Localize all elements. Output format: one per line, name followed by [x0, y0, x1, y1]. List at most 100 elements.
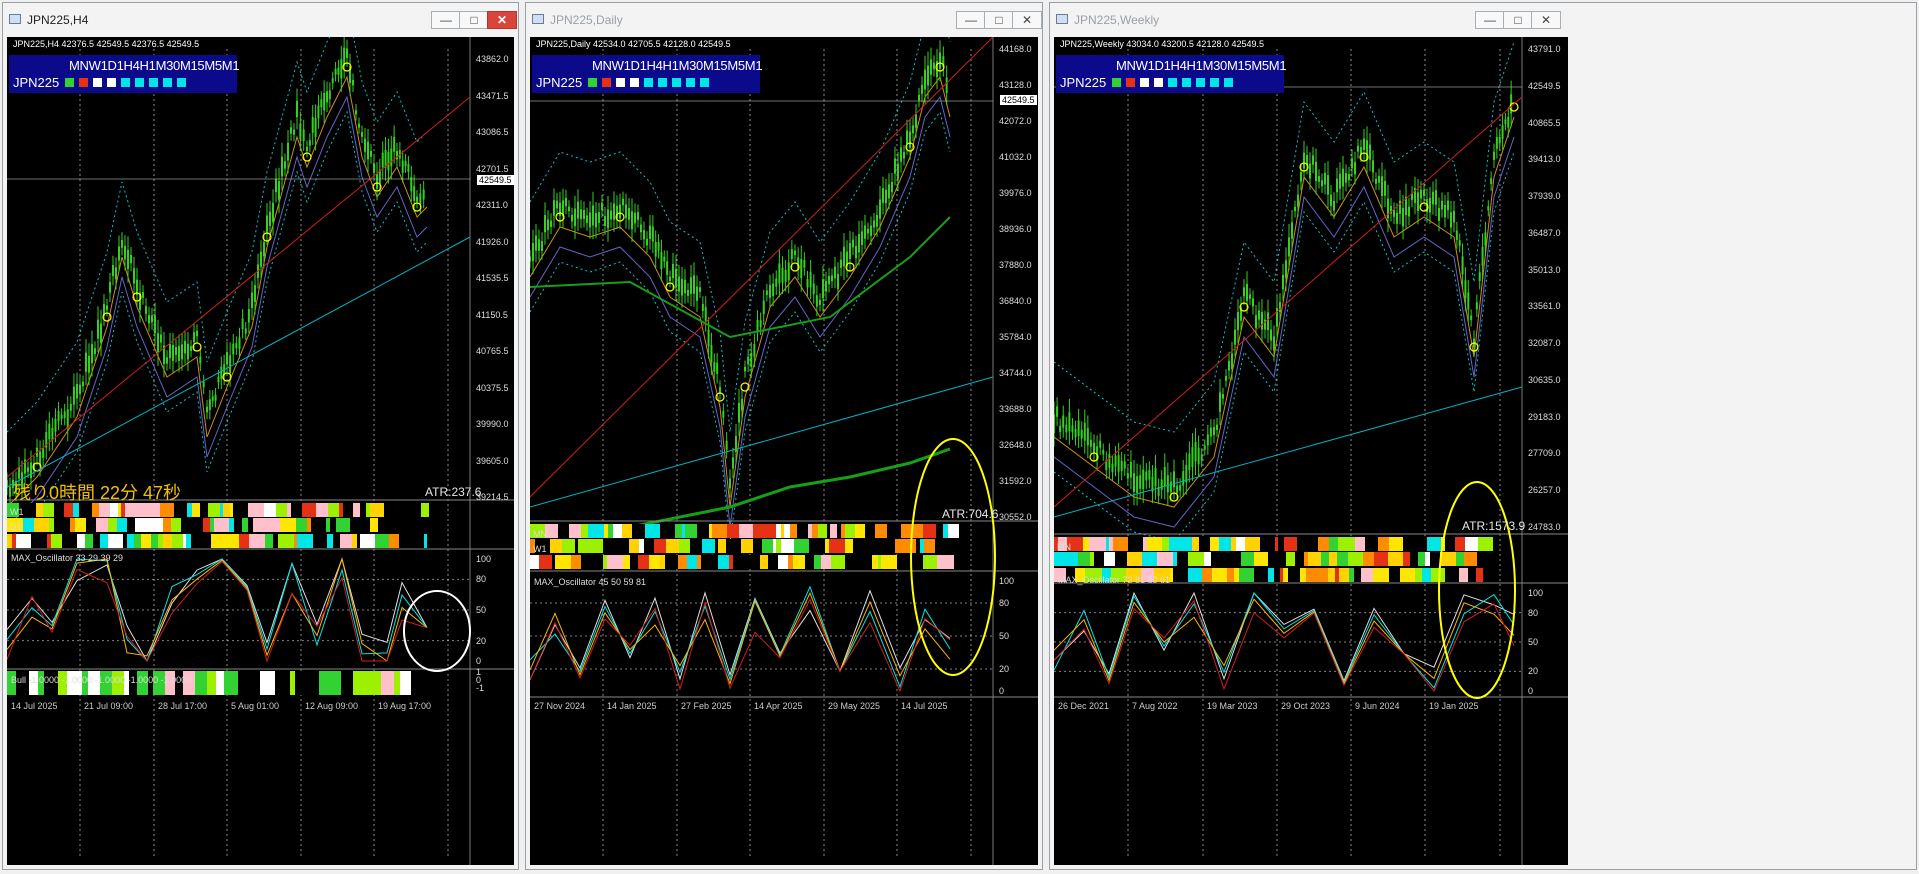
trend-strip-cell: [31, 534, 47, 548]
bull-strip-cell: [253, 671, 260, 695]
trend-strip-cell: [264, 503, 276, 517]
mtf-square: [1224, 78, 1233, 87]
oscillator-scale-label: 0: [476, 656, 482, 666]
candle-body: [85, 352, 87, 372]
trend-strip-cell: [1054, 552, 1062, 566]
candle-body: [1231, 353, 1233, 369]
trend-strip-cell: [1415, 568, 1422, 582]
close-button[interactable]: ✕: [1012, 11, 1042, 29]
trend-strip-cell: [327, 534, 333, 548]
trend-strip-cell: [307, 518, 311, 532]
trend-strip-cell: [210, 518, 214, 532]
candle-body: [1372, 160, 1374, 173]
trend-strip-cell: [183, 534, 186, 548]
candle-body: [1169, 481, 1172, 493]
trend-strip-cell: [121, 503, 125, 517]
trend-strip-cell: [1162, 537, 1169, 551]
minimize-button[interactable]: —: [431, 11, 461, 29]
maximize-button[interactable]: □: [459, 11, 489, 29]
candle-body: [1139, 475, 1142, 489]
trend-strip-cell: [1476, 568, 1483, 582]
chart-window-h4[interactable]: JPN225,H4 — □ ✕ JPN225,H4 42376.5 42549.…: [2, 2, 519, 870]
trend-strip-cell: [629, 539, 639, 553]
bull-strip-cell: [308, 671, 319, 695]
trend-strip-cell: [569, 524, 581, 538]
candle-body: [681, 279, 683, 296]
trend-strip-cell: [1128, 537, 1143, 551]
mtf-square: [135, 78, 144, 87]
trend-strip-cell: [776, 524, 781, 538]
candle-body: [909, 131, 911, 148]
trend-strip-cell: [887, 524, 901, 538]
candle-body: [284, 161, 286, 169]
candle-body: [413, 186, 416, 201]
trend-strip-cell: [160, 503, 174, 517]
candle-body: [1354, 162, 1356, 175]
chart-area[interactable]: JPN225,H4 42376.5 42549.5 42376.5 42549.…: [7, 37, 514, 865]
trend-strip-cell: [615, 539, 621, 553]
price-level: 33688.0: [999, 404, 1032, 414]
bull-strip-cell: [329, 671, 341, 695]
chart-window-daily[interactable]: JPN225,Daily — □ ✕ JPN225,Daily 42534.0 …: [525, 2, 1043, 870]
trend-strip-cell: [920, 539, 924, 553]
chart-window-weekly[interactable]: JPN225,Weekly — □ ✕ JPN225,Weekly 43034.…: [1049, 2, 1917, 870]
trend-strip-cell: [753, 539, 762, 553]
trend-strip-cell: [546, 539, 550, 553]
candle-body: [1246, 283, 1248, 302]
trend-strip-cell: [1280, 568, 1283, 582]
trend-strip-cell: [1337, 552, 1342, 566]
price-level: 35013.0: [1528, 264, 1561, 275]
chart-window-icon: [9, 14, 21, 24]
candle-body: [396, 151, 398, 160]
candle-body: [568, 206, 570, 212]
trend-strip-cell: [588, 524, 604, 538]
chart-area[interactable]: JPN225,Daily 42534.0 42705.5 42128.0 425…: [530, 37, 1038, 865]
candle-body: [864, 225, 866, 239]
candle-body: [1267, 312, 1269, 331]
candle-body: [1399, 200, 1401, 214]
trend-strip-cell: [776, 539, 781, 553]
oscillator-scale-label: 100: [1528, 588, 1544, 598]
candle-body: [1111, 463, 1114, 473]
candle-body: [320, 99, 323, 108]
candle-body: [1336, 178, 1338, 193]
candle-body: [759, 320, 762, 328]
maximize-button[interactable]: □: [984, 11, 1014, 29]
trend-strip-cell: [1403, 537, 1412, 551]
trend-strip-cell: [853, 539, 864, 553]
close-icon: ✕: [1021, 13, 1033, 27]
trend-strip-cell: [1104, 552, 1115, 566]
candle-body: [1481, 246, 1484, 266]
trend-strip-cell: [1188, 568, 1202, 582]
trend-strip-cell: [794, 539, 809, 553]
chart-area[interactable]: JPN225,Weekly 43034.0 43200.5 42128.0 42…: [1054, 37, 1568, 865]
strip-label-w1: W1: [10, 507, 24, 517]
trend-strip-cell: [408, 503, 421, 517]
title-bar[interactable]: JPN225,H4 — □ ✕: [3, 3, 518, 37]
minimize-button[interactable]: —: [956, 11, 986, 29]
trend-strip-cell: [727, 524, 732, 538]
candle-body: [716, 362, 719, 374]
candle-body: [390, 148, 393, 167]
title-bar[interactable]: JPN225,Weekly — □ ✕: [1050, 3, 1916, 37]
bollinger-lower: [530, 110, 951, 543]
trend-strip-cell: [550, 539, 562, 553]
trend-strip-cell: [365, 518, 370, 532]
trend-strip-cell: [701, 555, 711, 569]
trend-strip-cell: [1403, 552, 1410, 566]
title-bar[interactable]: JPN225,Daily — □ ✕: [526, 3, 1042, 37]
candle-body: [407, 164, 410, 172]
candle-body: [1071, 425, 1074, 433]
bull-strip-cell: [195, 671, 207, 695]
candle-body: [387, 151, 390, 171]
trend-strip-cell: [571, 555, 581, 569]
candle-body: [1059, 425, 1062, 433]
maximize-button[interactable]: □: [1503, 11, 1533, 29]
trend-strip-cell: [1464, 552, 1477, 566]
close-button[interactable]: ✕: [487, 11, 517, 29]
minimize-button[interactable]: —: [1475, 11, 1505, 29]
trend-strip-cell: [793, 555, 805, 569]
minimize-icon: —: [440, 13, 452, 27]
candle-body: [1080, 429, 1083, 439]
close-button[interactable]: ✕: [1531, 11, 1561, 29]
